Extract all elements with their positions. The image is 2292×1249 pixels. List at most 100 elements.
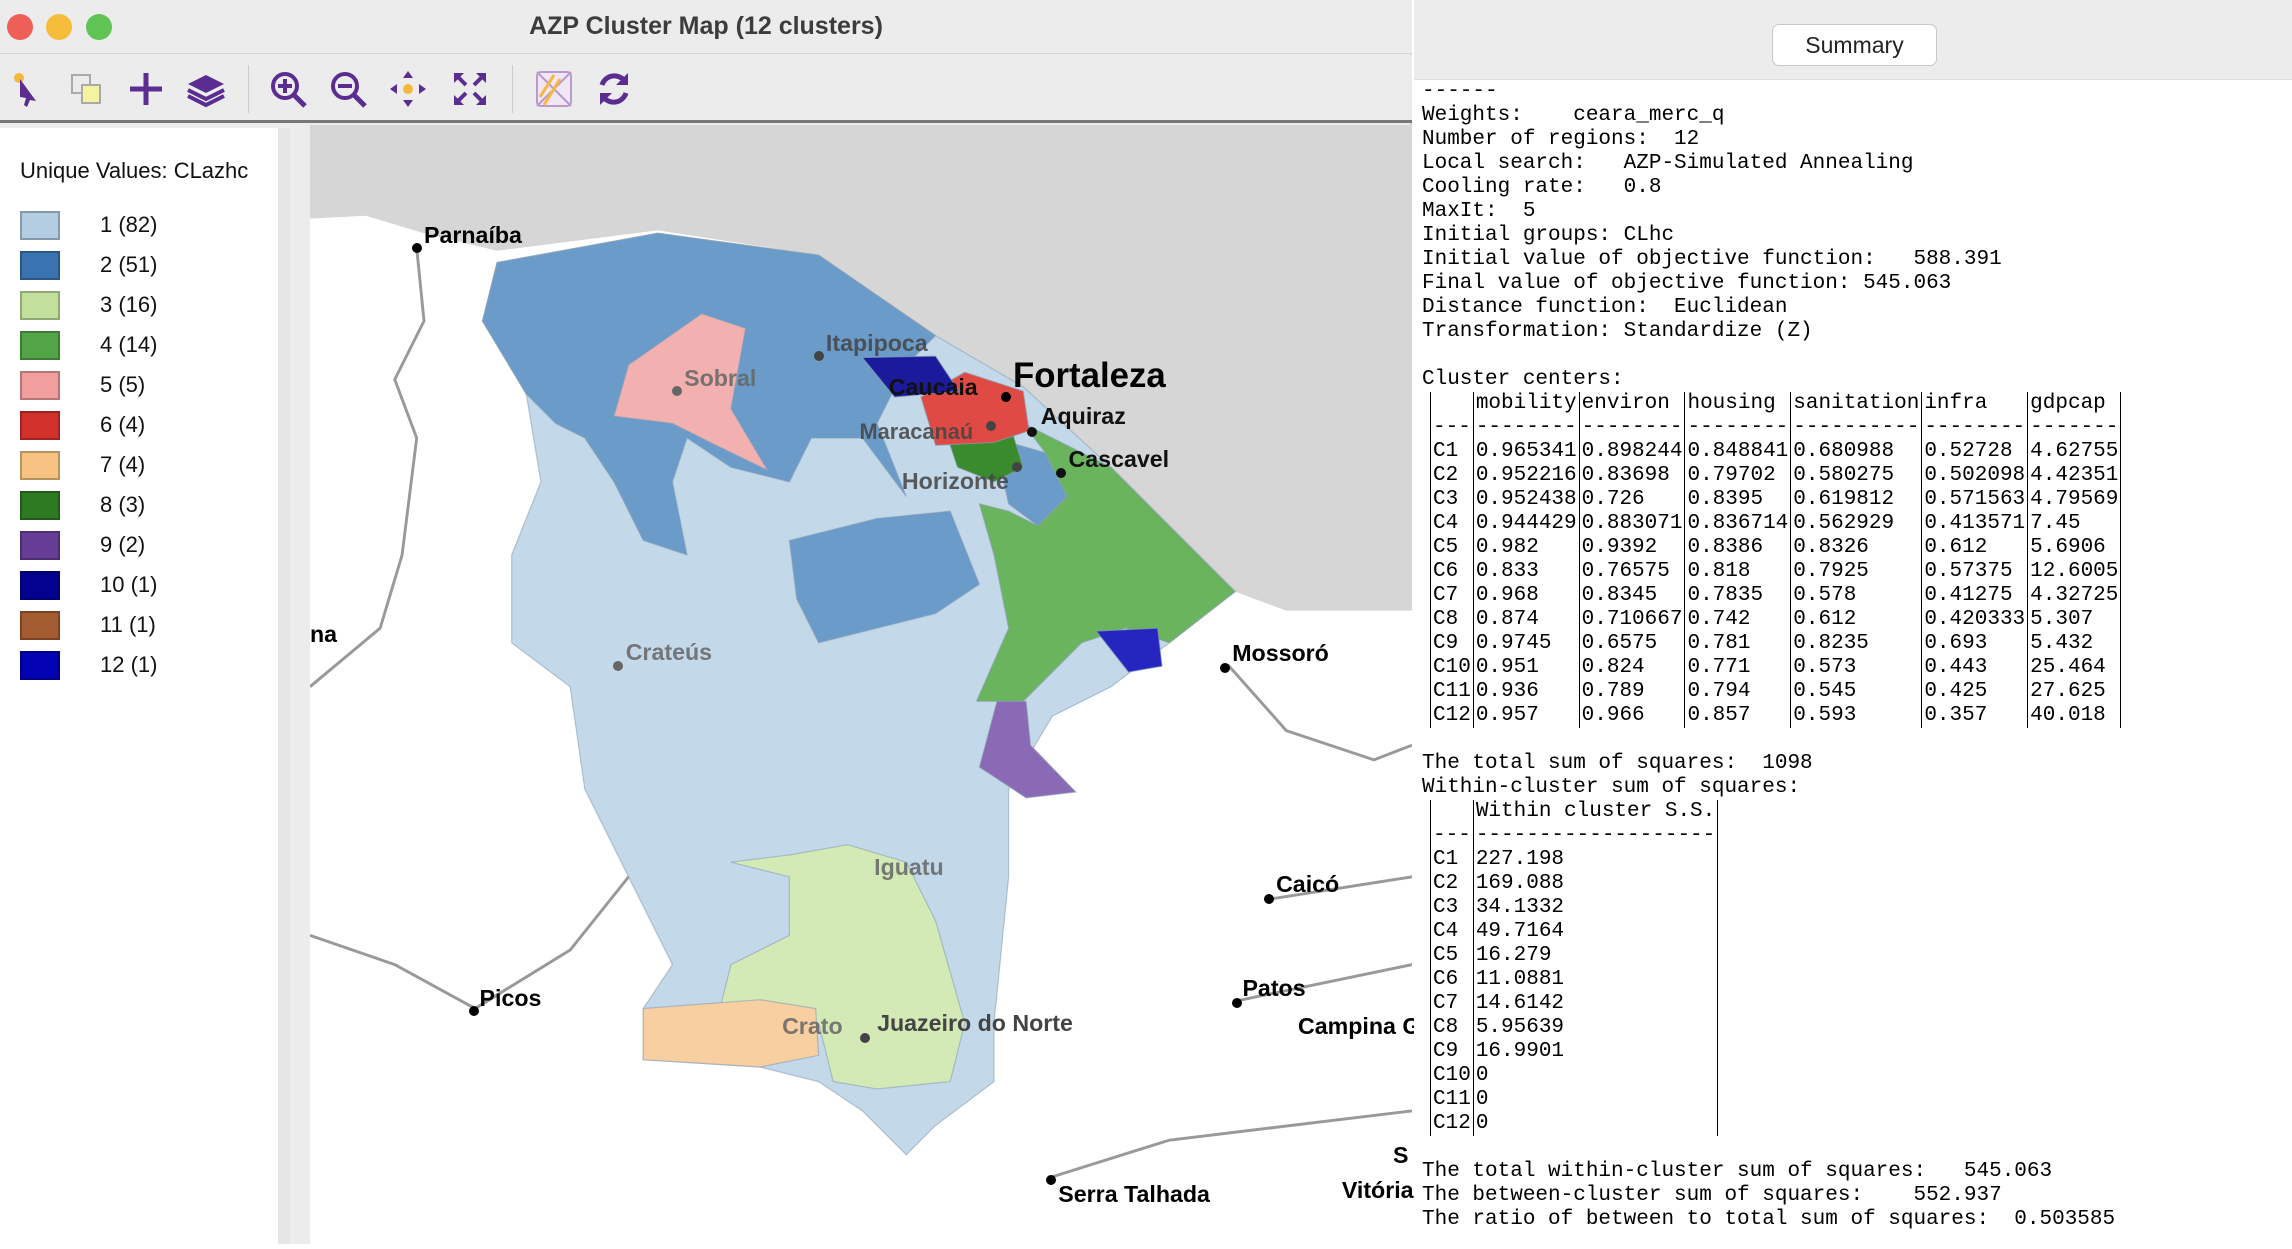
table-cell: 0 (1472, 1064, 1719, 1088)
table-cell: 0.944429 (1472, 512, 1580, 536)
table-cell: 169.088 (1472, 872, 1719, 896)
table-cell: C10 (1430, 656, 1474, 680)
city-marker (1000, 392, 1011, 403)
summary-text[interactable]: ------ Weights: ceara_merc_q Number of reg… (1422, 80, 2122, 1232)
table-cell: C3 (1430, 488, 1474, 512)
table-cell: 0.8326 (1790, 536, 1922, 560)
table-row: C4 49.7164 (1430, 920, 1719, 944)
legend-label: 6 (4) (100, 412, 146, 437)
legend-item[interactable]: 5 (5) (20, 370, 145, 400)
table-cell: 25.464 (2027, 656, 2122, 680)
table-cell: 4.42351 (2027, 464, 2122, 488)
table-cell: 16.279 (1472, 944, 1719, 968)
city-label-patos: Patos (1242, 975, 1306, 1002)
legend-label: 2 (51) (100, 252, 158, 277)
table-row: C8 5.95639 (1430, 1016, 1719, 1040)
add-icon[interactable] (124, 67, 168, 111)
table-cell: 5.6906 (2027, 536, 2122, 560)
table-cell: 0.76575 (1578, 560, 1685, 584)
table-cell: 0 (1472, 1112, 1719, 1136)
legend-item[interactable]: 1 (82) (20, 210, 157, 240)
table-cell: 7.45 (2027, 512, 2122, 536)
table-row: C3 0.952438 0.726 0.8395 0.619812 0.571563 4.7… (1430, 488, 2122, 512)
city-marker (1263, 893, 1274, 904)
legend-item[interactable]: 8 (3) (20, 490, 145, 520)
cluster-map-window: AZP Cluster Map (12 clusters) Unique Val… (0, 0, 1420, 1244)
table-row: C5 0.982 0.9392 0.8386 0.8326 0.612 5.6906 (1430, 536, 2122, 560)
legend-item[interactable]: 3 (16) (20, 290, 157, 320)
map-canvas[interactable]: Parnaíba Sobral Itapipoca Caucaia Fortaleza M… (309, 125, 1420, 1244)
legend-item[interactable]: 11 (1) (20, 610, 156, 640)
legend-item[interactable]: 4 (14) (20, 330, 157, 360)
city-label-cascavel: Cascavel (1068, 445, 1170, 472)
table-cell: C8 (1430, 608, 1474, 632)
basemap-icon[interactable] (532, 67, 576, 111)
legend-item[interactable]: 9 (2) (20, 530, 145, 560)
table-header (1430, 392, 1474, 416)
table-cell: 0.9392 (1578, 536, 1685, 560)
table-header: sanitation (1790, 392, 1922, 416)
table-cell: C6 (1430, 560, 1474, 584)
table-row: C9 0.9745 0.6575 0.781 0.8235 0.693 5.432 (1430, 632, 2122, 656)
table-divider: ------- (2027, 416, 2122, 440)
choropleth-map[interactable] (309, 125, 1413, 1244)
table-row: C10 0 (1430, 1064, 1719, 1088)
legend-item[interactable]: 6 (4) (20, 410, 145, 440)
table-cell: 0.8386 (1684, 536, 1791, 560)
toolbar (0, 55, 1412, 123)
table-header: gdpcap (2027, 392, 2122, 416)
table-cell: 0.789 (1578, 680, 1685, 704)
layers-icon[interactable] (184, 67, 228, 111)
summary-header: Summary (1414, 0, 2292, 80)
table-cell: 5.432 (2027, 632, 2122, 656)
zoom-in-icon[interactable] (266, 67, 310, 111)
table-cell: 0.578 (1790, 584, 1922, 608)
table-cell: 0.79702 (1684, 464, 1791, 488)
table-cell: 0.413571 (1921, 512, 2028, 536)
summary-tab-button[interactable]: Summary (1772, 24, 1937, 66)
table-cell: C8 (1430, 1016, 1474, 1040)
legend-item[interactable]: 7 (4) (20, 450, 145, 480)
legend-swatch (20, 370, 60, 400)
summary-line: Cluster centers: (1422, 368, 1624, 391)
city-label-caucaia: Caucaia (888, 373, 978, 400)
legend-swatch (20, 650, 60, 680)
table-cell: C5 (1430, 536, 1474, 560)
legend-label: 4 (14) (100, 332, 158, 357)
table-cell: 0.951 (1472, 656, 1580, 680)
legend-label: 3 (16) (100, 292, 158, 317)
summary-line (1422, 344, 2121, 368)
city-label-serra: Serra Talhada (1058, 1181, 1210, 1208)
table-cell: 0.573 (1790, 656, 1922, 680)
summary-line: Transformation: Standardize (Z) (1422, 320, 1813, 343)
table-cell: 11.0881 (1472, 968, 1719, 992)
table-cell: 0.952216 (1472, 464, 1580, 488)
table-cell: 0.6575 (1578, 632, 1685, 656)
select-pointer-icon[interactable] (6, 67, 50, 111)
table-cell: C4 (1430, 920, 1474, 944)
refresh-icon[interactable] (592, 67, 636, 111)
fit-extent-icon[interactable] (448, 67, 492, 111)
table-cell: 0.57375 (1921, 560, 2028, 584)
table-cell: 49.7164 (1472, 920, 1719, 944)
table-row: C2 169.088 (1430, 872, 1719, 896)
legend-swatch (20, 330, 60, 360)
legend-item[interactable]: 12 (1) (20, 650, 157, 680)
legend-item[interactable]: 10 (1) (20, 570, 157, 600)
table-cell: C9 (1430, 632, 1474, 656)
table-row: C12 0.957 0.966 0.857 0.593 0.357 40.018 (1430, 704, 2122, 728)
zoom-out-icon[interactable] (326, 67, 370, 111)
pan-icon[interactable] (386, 67, 430, 111)
table-divider: -------- (1578, 416, 1685, 440)
table-cell: 0.425 (1921, 680, 2028, 704)
copy-selection-icon[interactable] (64, 67, 108, 111)
table-cell: 0.824 (1578, 656, 1685, 680)
legend-item[interactable]: 2 (51) (20, 250, 157, 280)
table-cell: 0.443 (1921, 656, 2028, 680)
table-cell: 0.41275 (1921, 584, 2028, 608)
table-cell: 0.742 (1684, 608, 1791, 632)
legend-label: 11 (1) (100, 612, 156, 637)
summary-line: Cooling rate: 0.8 (1422, 176, 1662, 199)
table-cell: 0.502098 (1921, 464, 2028, 488)
summary-line: The ratio of between to total sum of squ… (1422, 1208, 2116, 1231)
